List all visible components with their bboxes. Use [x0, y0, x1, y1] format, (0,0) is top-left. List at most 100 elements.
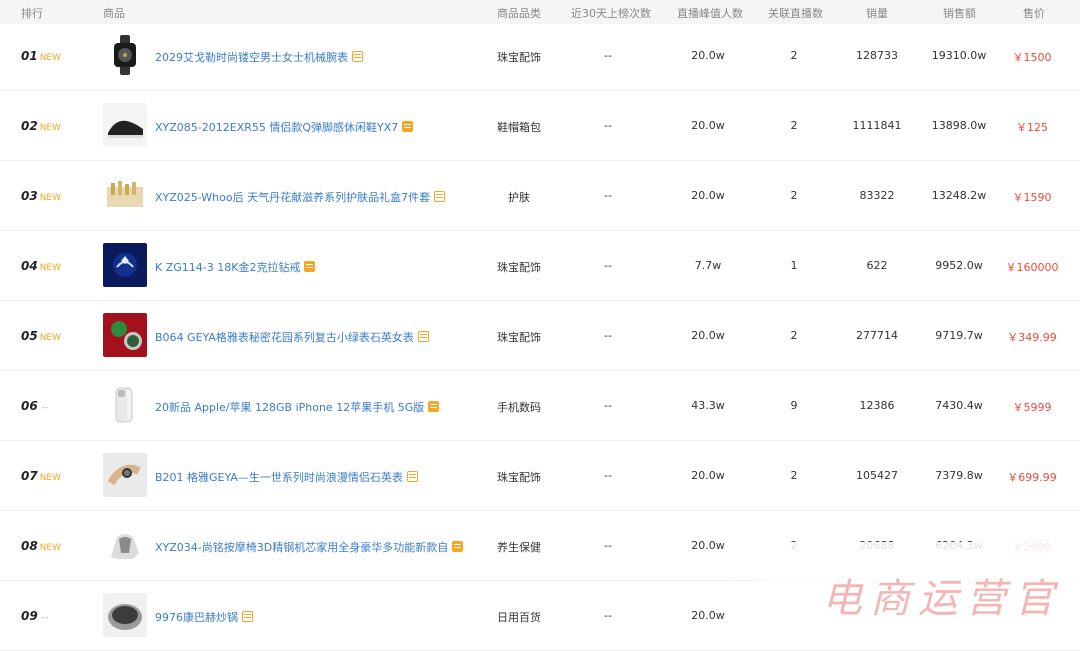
- product-name-link[interactable]: 20新品 Apple/苹果 128GB iPhone 12苹果手机 5G版: [155, 399, 440, 415]
- rank-value: 01: [21, 49, 38, 63]
- new-badge: NEW: [39, 543, 62, 553]
- cell-category: 珠宝配饰: [497, 51, 541, 64]
- product-thumbnail[interactable]: [103, 33, 147, 77]
- product-name[interactable]: XYZ034-尚铭按摩椅3D精钢机芯家用全身豪华多功能新款自: [155, 541, 448, 554]
- product-thumbnail[interactable]: [103, 173, 147, 217]
- tag-icon[interactable]: [452, 541, 464, 552]
- cell-listings30: --: [604, 329, 612, 342]
- cell-listings30: --: [604, 399, 612, 412]
- product-name-link[interactable]: XYZ034-尚铭按摩椅3D精钢机芯家用全身豪华多功能新款自: [155, 539, 464, 555]
- rank-number: 04 NEW: [21, 259, 61, 273]
- cell-listings30: --: [604, 119, 612, 132]
- product-name[interactable]: XYZ025-Whoo后 天气丹花献滋养系列护肤品礼盒7件套: [155, 191, 430, 204]
- tag-icon[interactable]: [242, 611, 253, 622]
- product-name-link[interactable]: B064 GEYA格雅表秘密花园系列复古小绿表石英女表: [155, 329, 429, 345]
- product-name[interactable]: 2029艾戈勒时尚镂空男士女士机械腕表: [155, 51, 348, 64]
- product-name[interactable]: B201 格雅GEYA—生一世系列时尚浪漫情侣石英表: [155, 471, 403, 484]
- header-rank: 排行: [21, 7, 43, 20]
- table-row[interactable]: 07 NEW B201 格雅GEYA—生一世系列时尚浪漫情侣石英表 珠宝配饰 -- 2…: [0, 441, 1080, 511]
- header-peak-viewers: 直播峰值人数: [677, 7, 743, 20]
- tag-icon[interactable]: [417, 331, 429, 342]
- cell-price: ￥1500: [1012, 51, 1052, 64]
- rank-value: 03: [21, 189, 38, 203]
- cell-price: ￥1590: [1012, 191, 1052, 204]
- cell-peak: 7.7w: [694, 259, 722, 272]
- table-row[interactable]: 03 NEW XYZ025-Whoo后 天气丹花献滋养系列护肤品礼盒7件套 护肤 -…: [0, 161, 1080, 231]
- rank-value: 08: [21, 539, 38, 553]
- tag-icon[interactable]: [428, 401, 440, 412]
- rank-change: --: [41, 403, 49, 413]
- rank-value: 04: [21, 259, 38, 273]
- table-row[interactable]: 06 -- 20新品 Apple/苹果 128GB iPhone 12苹果手机 5…: [0, 371, 1080, 441]
- cell-listings30: --: [604, 49, 612, 62]
- cell-category: 养生保健: [497, 541, 541, 554]
- new-badge: NEW: [39, 193, 62, 203]
- rank-number: 09 --: [21, 609, 48, 623]
- cell-price: ￥699.99: [1007, 471, 1057, 484]
- cell-peak: 43.3w: [691, 399, 725, 412]
- cell-category: 护肤: [508, 191, 530, 204]
- product-name-link[interactable]: B201 格雅GEYA—生一世系列时尚浪漫情侣石英表: [155, 469, 418, 485]
- rank-value: 06: [21, 399, 38, 413]
- tag-icon[interactable]: [402, 121, 414, 132]
- cell-peak: 20.0w: [691, 119, 725, 132]
- new-badge: NEW: [39, 263, 62, 273]
- product-name[interactable]: XYZ085-2012EXR55 情侣款Q弹脚感休闲鞋YX7: [155, 121, 398, 134]
- product-thumbnail[interactable]: [103, 523, 147, 567]
- product-thumbnail[interactable]: [103, 243, 147, 287]
- product-name-link[interactable]: XYZ085-2012EXR55 情侣款Q弹脚感休闲鞋YX7: [155, 119, 414, 135]
- cell-listings30: --: [604, 609, 612, 622]
- rank-number: 07 NEW: [21, 469, 61, 483]
- tag-icon[interactable]: [352, 51, 363, 62]
- product-thumbnail[interactable]: [103, 383, 147, 427]
- cell-peak: 20.0w: [691, 49, 725, 62]
- product-thumbnail[interactable]: [103, 593, 147, 637]
- header-price: 售价: [1023, 7, 1045, 20]
- cell-category: 鞋帽箱包: [497, 121, 541, 134]
- product-name[interactable]: B064 GEYA格雅表秘密花园系列复古小绿表石英女表: [155, 331, 414, 344]
- new-badge: NEW: [39, 123, 62, 133]
- header-listings30: 近30天上榜次数: [571, 7, 651, 20]
- product-name[interactable]: K ZG114-3 18K金2克拉钻戒: [155, 261, 300, 274]
- product-name-link[interactable]: K ZG114-3 18K金2克拉钻戒: [155, 259, 316, 275]
- product-thumbnail[interactable]: [103, 453, 147, 497]
- product-name-link[interactable]: XYZ025-Whoo后 天气丹花献滋养系列护肤品礼盒7件套: [155, 189, 446, 205]
- new-badge: NEW: [39, 333, 62, 343]
- cell-peak: 20.0w: [691, 469, 725, 482]
- rank-number: 08 NEW: [21, 539, 61, 553]
- product-name[interactable]: 9976康巴赫炒锅: [155, 611, 238, 624]
- tag-icon[interactable]: [434, 191, 446, 202]
- cell-category: 珠宝配饰: [497, 261, 541, 274]
- cell-category: 珠宝配饰: [497, 471, 541, 484]
- header-product: 商品: [103, 7, 125, 20]
- rank-value: 09: [21, 609, 38, 623]
- cell-category: 日用百货: [497, 611, 541, 624]
- rank-number: 02 NEW: [21, 119, 61, 133]
- cell-price: ￥160000: [1005, 261, 1059, 274]
- cell-price: ￥349.99: [1007, 331, 1057, 344]
- new-badge: NEW: [39, 473, 62, 483]
- rank-change: --: [41, 613, 49, 623]
- product-name-link[interactable]: 9976康巴赫炒锅: [155, 609, 253, 625]
- header-sales: 销量: [866, 7, 888, 20]
- product-name[interactable]: 20新品 Apple/苹果 128GB iPhone 12苹果手机 5G版: [155, 401, 424, 414]
- rank-number: 06 --: [21, 399, 48, 413]
- product-thumbnail[interactable]: [103, 103, 147, 147]
- product-thumbnail[interactable]: [103, 313, 147, 357]
- watermark-text: 电商运营官: [822, 576, 1062, 622]
- product-name-link[interactable]: 2029艾戈勒时尚镂空男士女士机械腕表: [155, 49, 363, 65]
- header-linked-streams: 关联直播数: [768, 7, 823, 20]
- cell-category: 珠宝配饰: [497, 331, 541, 344]
- tag-icon[interactable]: [406, 471, 418, 482]
- rank-value: 05: [21, 329, 38, 343]
- table-row[interactable]: 04 NEW K ZG114-3 18K金2克拉钻戒 珠宝配饰 -- 7.7w 1 622…: [0, 231, 1080, 301]
- table-row[interactable]: 02 NEW XYZ085-2012EXR55 情侣款Q弹脚感休闲鞋YX7 鞋帽箱…: [0, 91, 1080, 161]
- rank-number: 05 NEW: [21, 329, 61, 343]
- table-row[interactable]: 05 NEW B064 GEYA格雅表秘密花园系列复古小绿表石英女表 珠宝配饰 --…: [0, 301, 1080, 371]
- header-revenue: 销售额: [943, 7, 976, 20]
- cell-listings30: --: [604, 259, 612, 272]
- cell-listings30: --: [604, 539, 612, 552]
- table-row[interactable]: 01 NEW 2029艾戈勒时尚镂空男士女士机械腕表 珠宝配饰 -- 20.0w 2 12…: [0, 24, 1080, 91]
- rank-value: 02: [21, 119, 38, 133]
- tag-icon[interactable]: [304, 261, 316, 272]
